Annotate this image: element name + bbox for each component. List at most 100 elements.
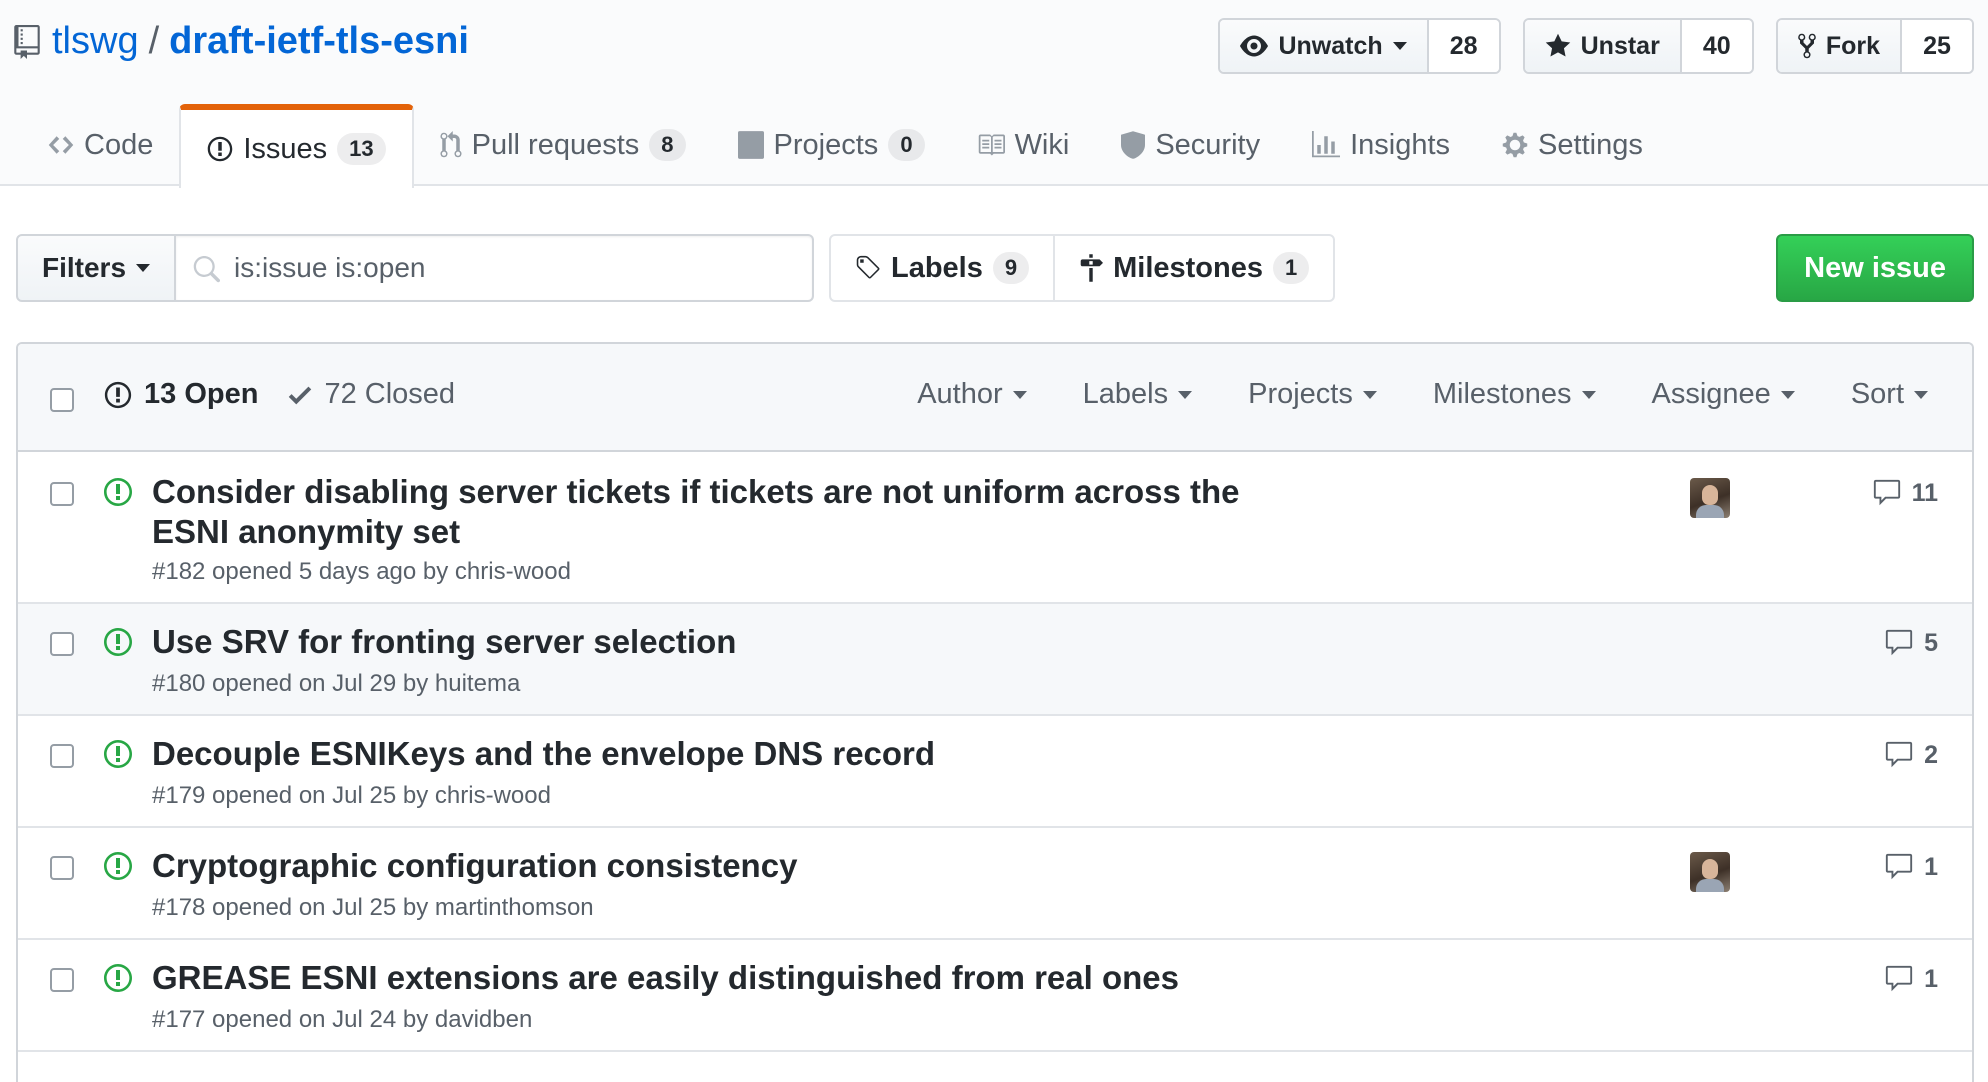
sort-dropdown[interactable]: Sort (1851, 378, 1928, 411)
repo-nav-tabs: Code Issues 13 Pull requests 8 Projects … (22, 104, 1669, 188)
repo-path-separator: / (148, 20, 160, 62)
milestones-filter-label: Milestones (1432, 378, 1572, 410)
graph-icon (1312, 131, 1341, 158)
assignee-avatar[interactable] (1690, 852, 1730, 892)
author-filter[interactable]: Author (917, 378, 1027, 411)
issue-checkbox[interactable] (50, 968, 74, 992)
issue-checkbox[interactable] (50, 482, 74, 506)
watchers-count[interactable]: 28 (1426, 20, 1499, 72)
assignee-filter[interactable]: Assignee (1652, 378, 1795, 411)
milestones-link[interactable]: Milestones 1 (1053, 236, 1333, 300)
tab-issues[interactable]: Issues 13 (179, 104, 414, 188)
avatar-face (1702, 859, 1718, 879)
issue-opened-icon (104, 740, 132, 768)
issue-checkbox[interactable] (50, 856, 74, 880)
issue-meta: #180 opened on Jul 29 by huitema (152, 670, 521, 697)
sort-dropdown-label: Sort (1850, 378, 1904, 410)
assignee-avatar[interactable] (1690, 478, 1730, 518)
new-issue-button[interactable]: New issue (1776, 234, 1974, 302)
tab-code[interactable]: Code (22, 104, 179, 186)
tab-insights[interactable]: Insights (1286, 104, 1476, 186)
issue-checkbox[interactable] (50, 744, 74, 768)
repo-owner-link[interactable]: tlswg (52, 20, 139, 63)
chevron-down-icon (1581, 390, 1596, 399)
tab-wiki[interactable]: Wiki (951, 104, 1096, 186)
issue-title-link[interactable]: Consider disabling server tickets if tic… (152, 472, 1292, 552)
table-filters: Author Labels Projects Milestones Assign… (917, 378, 1928, 411)
comment-count: 5 (1924, 628, 1938, 657)
filters-label: Filters (42, 252, 127, 283)
fork-group: Fork 25 (1775, 18, 1974, 74)
tab-pull-requests[interactable]: Pull requests 8 (414, 104, 712, 186)
issue-row[interactable]: Consider disabling server tickets if tic… (18, 452, 1972, 604)
milestones-filter[interactable]: Milestones (1433, 378, 1596, 411)
unwatch-button[interactable]: Unwatch (1220, 20, 1427, 72)
issue-opened-icon (104, 628, 132, 656)
chevron-down-icon (1780, 390, 1795, 399)
issue-title-link[interactable]: Cryptographic configuration consistency (152, 846, 1292, 886)
issues-table-header: 13 Open 72 Closed Author Labels Projects… (18, 344, 1972, 452)
issue-title-link[interactable]: Decouple ESNIKeys and the envelope DNS r… (152, 734, 1292, 774)
tab-settings-label: Settings (1538, 128, 1643, 161)
comment-count: 1 (1924, 964, 1938, 993)
avatar-face (1702, 485, 1718, 505)
search-input[interactable] (176, 236, 813, 300)
tab-settings[interactable]: Settings (1476, 104, 1669, 186)
filters-search-group: Filters (16, 234, 815, 302)
labels-link[interactable]: Labels 9 (831, 236, 1053, 300)
issue-search (176, 234, 815, 302)
comments-link[interactable]: 5 (1884, 628, 1938, 658)
issue-states: 13 Open 72 Closed (104, 378, 455, 411)
book-icon (978, 134, 1005, 156)
closed-issues-link[interactable]: 72 Closed (288, 378, 455, 411)
milestone-icon (1080, 254, 1104, 282)
issue-row[interactable]: Cryptographic configuration consistency … (18, 828, 1972, 940)
tab-insights-label: Insights (1350, 128, 1451, 161)
avatar-shirt (1696, 879, 1724, 892)
forks-count[interactable]: 25 (1900, 20, 1972, 72)
projects-counter: 0 (888, 129, 925, 161)
select-all-checkbox[interactable] (50, 388, 74, 412)
comment-icon (1885, 853, 1913, 880)
issue-row[interactable]: Decouple ESNIKeys and the envelope DNS r… (18, 716, 1972, 828)
comments-link[interactable]: 2 (1884, 740, 1938, 770)
comments-link[interactable]: 11 (1872, 478, 1938, 508)
comment-count: 1 (1924, 852, 1938, 881)
tab-issues-label: Issues (243, 132, 328, 165)
repo-header: tlswg / draft-ietf-tls-esni Unwatch 28 U… (0, 0, 1988, 188)
comments-link[interactable]: 1 (1884, 852, 1938, 882)
tab-projects-label: Projects (773, 128, 879, 161)
issue-title-link[interactable]: Use SRV for fronting server selection (152, 622, 1292, 662)
issue-row[interactable]: GREASE ESNI extensions are easily distin… (18, 940, 1972, 1052)
issue-row[interactable]: Use SRV for fronting server selection #1… (18, 604, 1972, 716)
tab-projects[interactable]: Projects 0 (712, 104, 951, 186)
comment-count: 2 (1924, 740, 1938, 769)
issue-meta: #177 opened on Jul 24 by davidben (152, 1006, 533, 1033)
repo-name-link[interactable]: draft-ietf-tls-esni (169, 20, 469, 63)
filters-button[interactable]: Filters (16, 234, 177, 302)
comment-icon (1885, 965, 1913, 992)
tab-security[interactable]: Security (1095, 104, 1286, 186)
star-icon (1545, 33, 1570, 57)
comment-icon (1885, 741, 1913, 768)
unstar-button[interactable]: Unstar (1524, 20, 1680, 72)
issue-title-link[interactable]: GREASE ESNI extensions are easily distin… (152, 958, 1292, 998)
issues-subnav: Filters Labels 9 Milestones 1 New issue (16, 234, 1974, 302)
author-filter-label: Author (917, 378, 1003, 410)
star-group: Unstar 40 (1522, 18, 1754, 74)
comments-link[interactable]: 1 (1884, 964, 1938, 994)
milestones-counter: 1 (1273, 252, 1310, 284)
pull-requests-counter: 8 (649, 129, 686, 161)
labels-filter[interactable]: Labels (1083, 378, 1193, 411)
assignee-filter-label: Assignee (1651, 378, 1771, 410)
fork-button[interactable]: Fork (1777, 20, 1900, 72)
issue-checkbox[interactable] (50, 632, 74, 656)
issue-meta: #179 opened on Jul 25 by chris-wood (152, 782, 551, 809)
open-issues-link[interactable]: 13 Open (104, 378, 258, 411)
code-icon (48, 136, 74, 154)
repo-title: tlswg / draft-ietf-tls-esni (14, 20, 469, 63)
stargazers-count[interactable]: 40 (1679, 20, 1752, 72)
tab-security-label: Security (1155, 128, 1261, 161)
tab-wiki-label: Wiki (1014, 128, 1070, 161)
projects-filter[interactable]: Projects (1248, 378, 1377, 411)
